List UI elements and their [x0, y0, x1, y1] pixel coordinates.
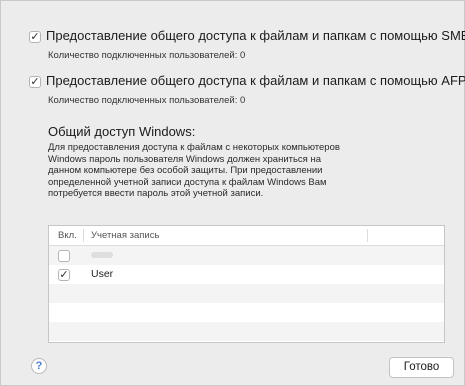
- windows-sharing-description: Для предоставления доступа к файлам с не…: [48, 142, 340, 200]
- redacted-account-name: [91, 252, 113, 258]
- checkmark-icon: ✓: [30, 76, 40, 88]
- account-enabled-checkbox[interactable]: [58, 250, 70, 262]
- table-row-empty: [49, 322, 444, 341]
- smb-sharing-checkbox[interactable]: ✓: [29, 31, 41, 43]
- smb-sharing-label[interactable]: Предоставление общего доступа к файлам и…: [46, 28, 465, 43]
- table-row[interactable]: ✓ User: [49, 265, 444, 284]
- accounts-table-header: Вкл. Учетная запись: [49, 226, 444, 246]
- table-row-empty: [49, 303, 444, 322]
- smb-connected-users: Количество подключенных пользователей: 0: [48, 50, 246, 61]
- table-row-empty: [49, 284, 444, 303]
- column-divider[interactable]: [83, 229, 84, 242]
- afp-sharing-label[interactable]: Предоставление общего доступа к файлам и…: [46, 73, 465, 88]
- checkmark-icon: ✓: [59, 269, 69, 281]
- column-header-account[interactable]: Учетная запись: [91, 230, 159, 241]
- help-button[interactable]: ?: [31, 358, 47, 374]
- table-row[interactable]: [49, 246, 444, 265]
- done-button[interactable]: Готово: [389, 357, 454, 378]
- afp-connected-users: Количество подключенных пользователей: 0: [48, 95, 246, 106]
- column-divider[interactable]: [367, 229, 368, 242]
- account-enabled-checkbox[interactable]: ✓: [58, 269, 70, 281]
- windows-sharing-title: Общий доступ Windows:: [48, 124, 196, 139]
- checkmark-icon: ✓: [30, 31, 40, 43]
- afp-sharing-checkbox[interactable]: ✓: [29, 76, 41, 88]
- file-sharing-options-sheet: ✓ Предоставление общего доступа к файлам…: [0, 0, 465, 386]
- help-icon: ?: [35, 360, 43, 372]
- accounts-table[interactable]: Вкл. Учетная запись ✓ User: [48, 225, 445, 343]
- account-name: User: [91, 268, 114, 280]
- column-header-enabled[interactable]: Вкл.: [58, 230, 77, 241]
